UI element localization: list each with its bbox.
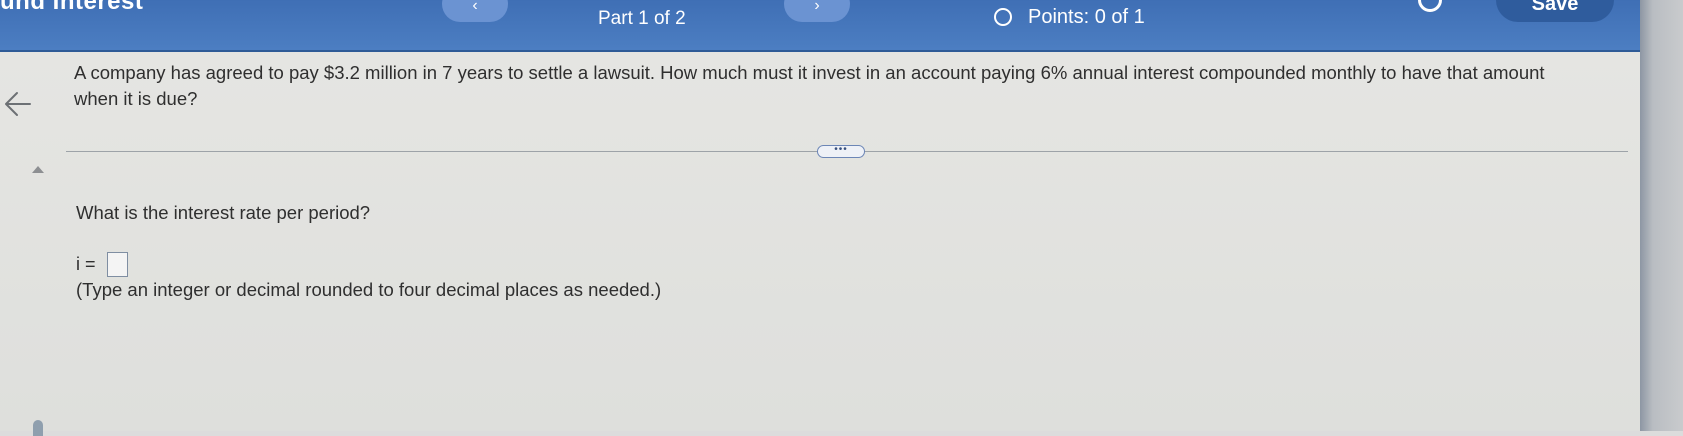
answer-input[interactable] <box>107 252 128 277</box>
next-button[interactable]: › <box>784 0 850 22</box>
part-question: What is the interest rate per period? <box>76 202 371 223</box>
save-button[interactable]: Save <box>1496 0 1614 22</box>
header-bar: und Interest ‹ Part 1 of 2 › Points: 0 o… <box>0 0 1640 52</box>
answer-label: i = <box>76 254 96 274</box>
scroll-indicator <box>33 420 43 436</box>
back-arrow-icon[interactable] <box>2 88 34 120</box>
previous-button[interactable]: ‹ <box>442 0 508 22</box>
screen-edge <box>1640 0 1683 431</box>
question-line-2: when it is due? <box>74 88 198 109</box>
gear-icon[interactable] <box>1418 0 1442 12</box>
page: und Interest ‹ Part 1 of 2 › Points: 0 o… <box>0 0 1640 436</box>
question-text: A company has agreed to pay $3.2 million… <box>74 60 1614 112</box>
circle-outline-icon <box>994 8 1012 26</box>
answer-hint: (Type an integer or decimal rounded to f… <box>76 279 662 300</box>
triangle-up-icon <box>32 166 44 173</box>
assignment-title: und Interest <box>0 0 144 15</box>
points-label: Points: 0 of 1 <box>1028 6 1145 28</box>
question-line-1: A company has agreed to pay $3.2 million… <box>74 62 1545 83</box>
expand-button[interactable]: ••• <box>817 145 865 158</box>
part-indicator: Part 1 of 2 <box>598 8 686 29</box>
